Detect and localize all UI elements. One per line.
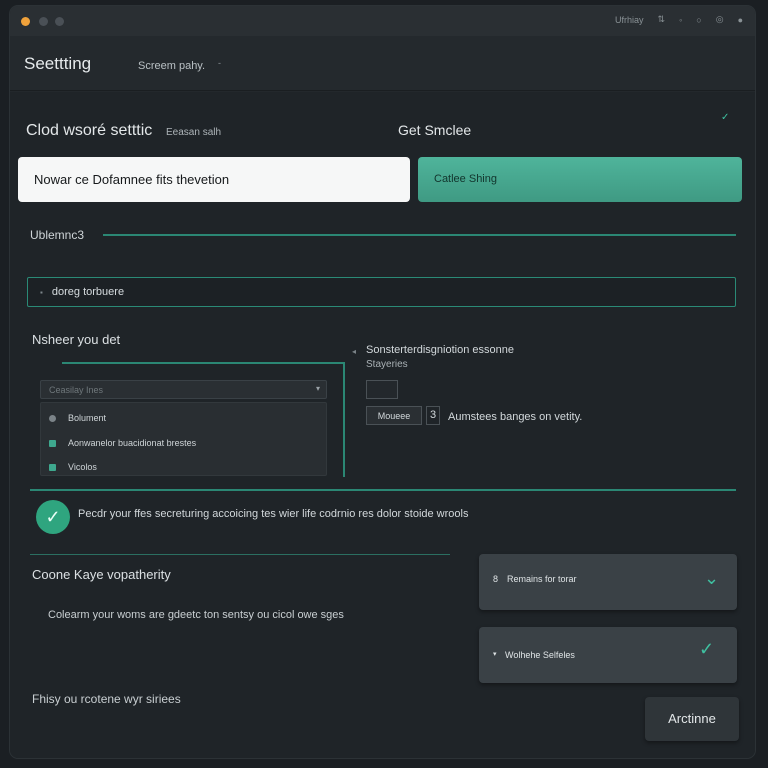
panel-border-top — [62, 362, 344, 364]
dropdown-item-label: Bolument — [68, 413, 107, 423]
option-card-remains[interactable]: 8 Remains for torar ⌄ — [479, 554, 737, 610]
circle-icon[interactable]: ○ — [696, 15, 701, 25]
dropdown-item-label: Vicolos — [68, 462, 97, 472]
section2-title: Coone Kaye vopatherity — [32, 567, 171, 582]
dropdown-item[interactable]: Vicolos — [49, 462, 97, 472]
screen-subtitle[interactable]: Screem pahy. — [138, 60, 205, 72]
option-card-primary[interactable]: Nowar ce Dofamnee fits thevetion — [18, 157, 410, 202]
section-note: Eeasan salh — [166, 127, 222, 138]
item-marker-icon — [49, 439, 56, 447]
check-icon: ✓ — [699, 639, 715, 659]
caret-icon: ◂ — [352, 347, 357, 356]
check-icon[interactable]: ✓ — [721, 112, 729, 123]
nav-label: Nsheer you det — [32, 332, 121, 347]
dropdown-menu: Bolument Aonwanelor buacidionat brestes … — [40, 402, 327, 476]
settings-content: Clod wsoré setttic Eeasan salh Get Smcle… — [10, 92, 755, 758]
chevron-down-icon: ⌄ — [704, 568, 720, 588]
divider — [30, 489, 736, 491]
chevron-down-icon[interactable]: - — [218, 58, 221, 68]
right-panel-title: Sonsterterdisgniotion essonne — [366, 344, 514, 356]
mode-description: Aumstees banges on vetity. — [448, 411, 583, 423]
mode-button[interactable]: Moueee — [366, 406, 422, 425]
confirm-text: Pecdr your ffes secreturing accoicing te… — [78, 508, 469, 520]
confirm-check-icon[interactable]: ✓ — [36, 500, 70, 534]
divider — [103, 234, 736, 236]
right-panel-subtitle: Stayeries — [366, 359, 408, 370]
option-prefix: ▾ — [493, 651, 497, 658]
close-window-button[interactable] — [21, 17, 30, 26]
select-placeholder: Ceasilay Ines — [49, 385, 104, 395]
search-icon: ▪ — [40, 288, 43, 297]
mode-number[interactable]: 3 — [426, 406, 440, 425]
search-input[interactable]: ▪ doreg torbuere — [27, 277, 736, 307]
app-title: Seettting — [24, 54, 92, 73]
section-title-left: Clod wsoré setttic — [26, 122, 153, 139]
category-select[interactable]: Ceasilay Ines ▾ — [40, 380, 327, 399]
section-title-right: Get Smclee — [398, 122, 472, 138]
section2-text: Colearm your woms are gdeetc ton sentsy … — [48, 609, 344, 621]
option-card-secondary[interactable]: Catlee Shing — [418, 157, 742, 202]
titlebar-control-3[interactable]: ◦ — [679, 15, 682, 25]
titlebar-control-2[interactable]: ⇅ — [658, 14, 666, 25]
dropdown-item-label: Aonwanelor buacidionat brestes — [68, 438, 197, 448]
titlebar-control-1[interactable]: Ufrhiay — [615, 15, 644, 25]
maximize-window-button[interactable] — [55, 17, 64, 26]
value-input[interactable] — [366, 380, 398, 399]
option-label: Remains for torar — [507, 574, 577, 584]
chevron-down-icon: ▾ — [315, 384, 320, 393]
divider — [30, 554, 450, 555]
footer-text: Fhisy ou rcotene wyr siriees — [32, 692, 181, 706]
dropdown-item[interactable]: Bolument — [49, 413, 106, 423]
option-prefix: 8 — [493, 574, 499, 584]
option-card-selfeles[interactable]: ▾ Wolhehe Selfeles ✓ — [479, 627, 737, 683]
titlebar: Ufrhiay ⇅ ◦ ○ ◎ ● — [10, 6, 755, 36]
continue-button[interactable]: Arctinne — [645, 697, 739, 741]
minimize-window-button[interactable] — [39, 17, 48, 26]
app-header: Seettting Screem pahy. - — [10, 36, 755, 91]
divider-label: Ublemnc3 — [30, 228, 85, 242]
item-marker-icon — [49, 463, 56, 471]
titlebar-controls: Ufrhiay ⇅ ◦ ○ ◎ ● — [615, 14, 743, 25]
search-value: doreg torbuere — [51, 286, 125, 298]
dot-icon[interactable]: ● — [738, 15, 743, 25]
panel-border-right — [343, 362, 345, 477]
item-marker-icon — [49, 414, 56, 422]
app-window: Ufrhiay ⇅ ◦ ○ ◎ ● Seettting Screem pahy.… — [10, 6, 755, 758]
option-label: Wolhehe Selfeles — [505, 650, 575, 660]
settings-icon[interactable]: ◎ — [716, 14, 724, 25]
dropdown-item[interactable]: Aonwanelor buacidionat brestes — [49, 438, 196, 448]
